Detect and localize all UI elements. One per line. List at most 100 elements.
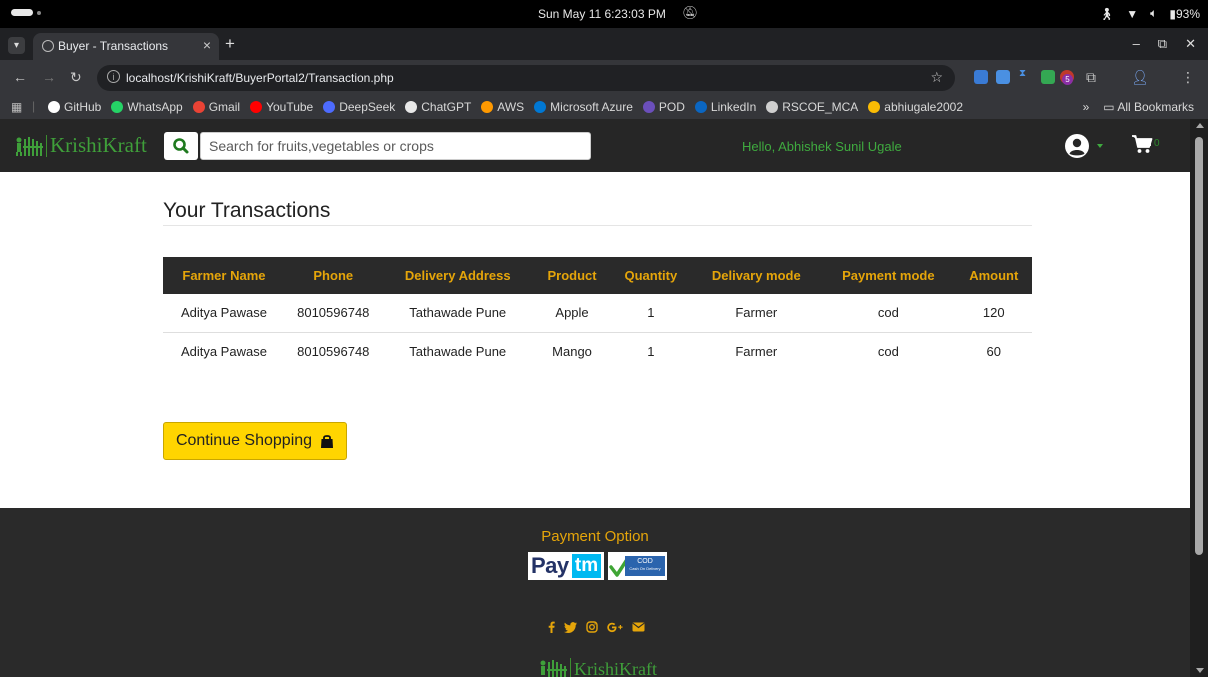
table-cell: cod: [821, 294, 956, 333]
table-cell: 120: [955, 294, 1032, 333]
site-info-icon[interactable]: i: [107, 70, 120, 83]
bookmark-star-icon[interactable]: ☆: [930, 69, 943, 86]
bookmarks-bar: ▦ | GitHub WhatsApp Gmail YouTube DeepSe…: [0, 96, 1208, 119]
twitter-icon[interactable]: [564, 621, 577, 633]
bookmark-azure[interactable]: Microsoft Azure: [534, 100, 633, 114]
new-tab-button[interactable]: +: [225, 34, 235, 54]
back-icon[interactable]: ←: [13, 69, 27, 85]
main-content: Your Transactions Farmer Name Phone Deli…: [0, 172, 1190, 508]
farmer-logo-icon: [16, 136, 43, 156]
os-status-area[interactable]: 🚶︎ ▼ 🔈︎ ▮93%: [1099, 6, 1200, 21]
column-header: Product: [533, 257, 611, 294]
bookmarks-divider: |: [32, 99, 36, 113]
column-header: Farmer Name: [163, 257, 285, 294]
address-bar[interactable]: i localhost/KrishiKraft/BuyerPortal2/Tra…: [97, 65, 955, 91]
tab-title: Buyer - Transactions: [58, 39, 169, 53]
bookmark-aws[interactable]: AWS: [481, 100, 524, 114]
table-cell: Farmer: [735, 343, 778, 359]
bookmark-label: YouTube: [266, 100, 314, 114]
column-header: Phone: [284, 257, 382, 294]
facebook-icon[interactable]: [548, 621, 555, 633]
minimize-icon[interactable]: –: [1133, 36, 1140, 52]
azure-icon: [534, 101, 547, 113]
table-row: Aditya Pawase 8010596748 Tathawade Pune …: [163, 294, 1032, 333]
bookmark-deepseek[interactable]: DeepSeek: [323, 100, 395, 114]
scroll-down-arrow-icon[interactable]: [1196, 668, 1204, 673]
brand-name: KrishiKraft: [50, 133, 147, 157]
browser-tab-active[interactable]: Buyer - Transactions ×: [33, 33, 219, 60]
notifications-muted-icon[interactable]: 🔕︎: [682, 5, 699, 21]
battery-icon: ▮93%: [1169, 6, 1200, 21]
all-bookmarks-button[interactable]: ▭ All Bookmarks: [1103, 100, 1194, 114]
extension-badge: 5: [1062, 74, 1073, 85]
cart-icon[interactable]: [1131, 134, 1153, 154]
bookmark-label: ChatGPT: [421, 100, 472, 114]
brand-logo[interactable]: KrishiKraft: [14, 133, 147, 158]
workspace-dot[interactable]: [37, 11, 41, 15]
bookmark-linkedin[interactable]: LinkedIn: [694, 100, 756, 114]
continue-shopping-button[interactable]: Continue Shopping: [163, 422, 347, 460]
bookmark-rscoe[interactable]: RSCOE_MCA: [766, 100, 858, 114]
cod-sublabel: Cash On Delivery: [629, 566, 661, 571]
logo-divider: [46, 134, 47, 157]
deepseek-icon: [323, 101, 336, 113]
url-text[interactable]: localhost/KrishiKraft/BuyerPortal2/Trans…: [126, 71, 394, 85]
bookmark-chatgpt[interactable]: ChatGPT: [405, 100, 471, 114]
table-cell: Farmer: [691, 294, 822, 333]
table-cell: Tathawade Pune: [409, 343, 507, 359]
profile-icon[interactable]: 👤︎: [1131, 69, 1149, 86]
bookmark-list: GitHub WhatsApp Gmail YouTube DeepSeek C…: [48, 100, 963, 114]
more-bookmarks-chevron-icon[interactable]: »: [1083, 100, 1090, 114]
workspace-indicator[interactable]: [11, 9, 33, 16]
github-icon: [48, 101, 60, 113]
extension-icon-2[interactable]: [996, 70, 1010, 84]
cash-on-delivery-logo: COD Cash On Delivery: [608, 552, 667, 580]
accessibility-icon[interactable]: 🚶︎: [1099, 7, 1114, 21]
user-greeting: Hello, Abhishek Sunil Ugale: [742, 139, 902, 154]
search-input[interactable]: [200, 132, 591, 160]
bookmark-github[interactable]: GitHub: [48, 100, 101, 114]
bookmark-gmail[interactable]: Gmail: [192, 100, 240, 114]
bookmark-pod[interactable]: POD: [642, 100, 685, 114]
table-cell: 8010596748: [284, 294, 382, 333]
linkedin-icon: [694, 101, 707, 113]
google-plus-icon[interactable]: [607, 622, 623, 633]
paytm-logo: Pay tm: [528, 552, 604, 580]
paytm-logo-text-accent: tm: [572, 554, 601, 578]
os-clock[interactable]: Sun May 11 6:23:03 PM: [538, 7, 666, 21]
tab-search-button[interactable]: ▾: [8, 37, 25, 54]
close-window-icon[interactable]: ✕: [1185, 36, 1196, 52]
browser-tab-strip: ▾ Buyer - Transactions × + – ⧉ ✕: [0, 28, 1208, 60]
globe-icon: [766, 101, 779, 113]
table-cell: Aditya Pawase: [180, 343, 267, 359]
search-button[interactable]: [164, 132, 198, 160]
bookmark-label: Microsoft Azure: [550, 100, 633, 114]
all-bookmarks-label: All Bookmarks: [1117, 100, 1194, 114]
column-header: Payment mode: [821, 257, 956, 294]
bookmark-youtube[interactable]: YouTube: [250, 100, 313, 114]
footer-brand-logo[interactable]: KrishiKraft: [538, 658, 657, 677]
extensions-puzzle-icon[interactable]: ⧉: [1086, 69, 1096, 86]
forward-icon[interactable]: →: [42, 69, 56, 85]
scroll-up-arrow-icon[interactable]: [1196, 123, 1204, 128]
restore-icon[interactable]: ⧉: [1158, 36, 1167, 52]
bookmark-label: WhatsApp: [127, 100, 183, 114]
column-header: Delivary mode: [691, 257, 822, 294]
apps-grid-icon[interactable]: ▦: [11, 100, 22, 114]
user-account-icon[interactable]: [1064, 133, 1090, 159]
page-scrollbar-thumb[interactable]: [1195, 137, 1203, 555]
pod-icon: [642, 101, 655, 113]
extension-icon-3[interactable]: ⧗: [1019, 68, 1033, 82]
column-header: Amount: [955, 257, 1032, 294]
instagram-icon[interactable]: [586, 621, 598, 633]
extension-icon-1[interactable]: [974, 70, 988, 84]
chrome-menu-icon[interactable]: ⋮: [1181, 69, 1195, 86]
account-dropdown-caret-icon[interactable]: [1097, 144, 1103, 148]
reload-icon[interactable]: ↻: [70, 69, 82, 86]
close-tab-icon[interactable]: ×: [203, 37, 211, 53]
bookmark-drive[interactable]: abhiugale2002: [868, 100, 963, 114]
chatgpt-icon: [405, 101, 418, 113]
extension-icon-4[interactable]: [1041, 70, 1055, 84]
bookmark-whatsapp[interactable]: WhatsApp: [111, 100, 183, 114]
mail-icon[interactable]: [632, 622, 645, 632]
